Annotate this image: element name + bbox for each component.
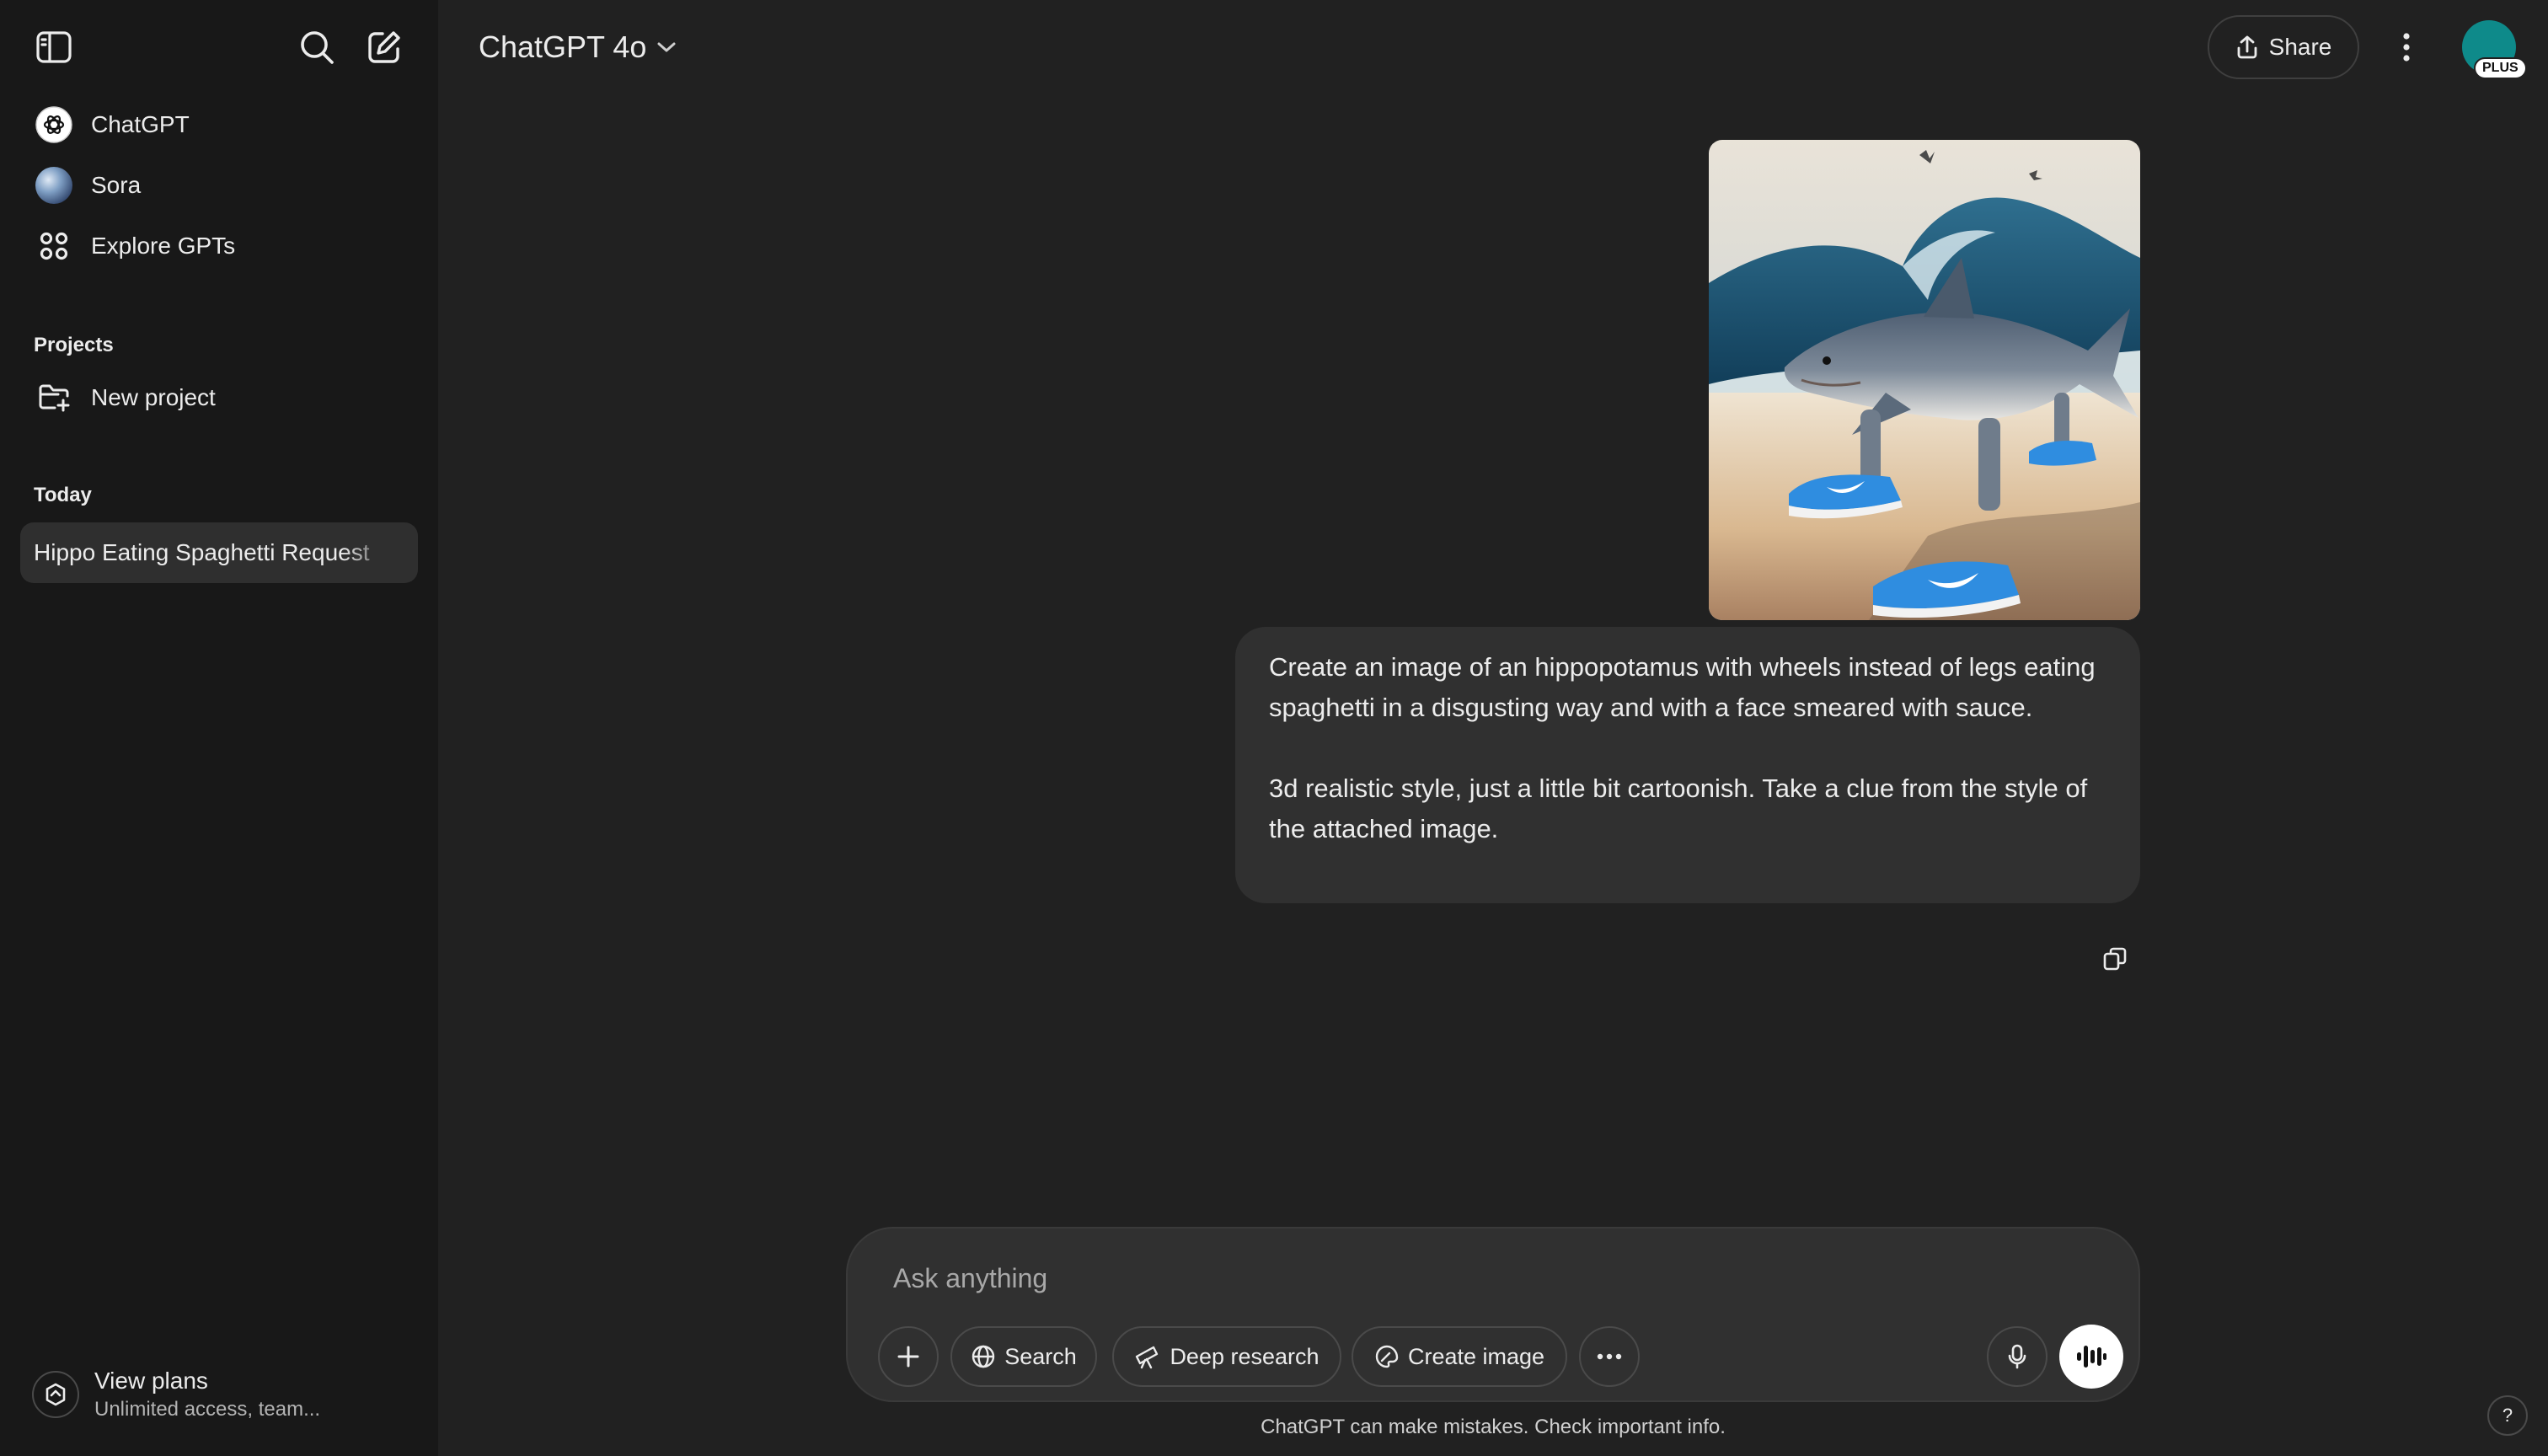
sidebar-item-label: Explore GPTs: [91, 233, 236, 259]
globe-icon: [972, 1345, 995, 1368]
chatgpt-app: ChatGPT Sora Explore GPTs Projects New p…: [0, 0, 2548, 1456]
sora-orb-icon: [34, 165, 74, 206]
projects-heading: Projects: [34, 334, 114, 356]
new-project-label: New project: [91, 384, 216, 410]
search-tool-button[interactable]: Search: [950, 1326, 1097, 1387]
palette-icon: [1375, 1345, 1399, 1368]
chevron-down-icon: [656, 40, 677, 54]
user-message-paragraph: Create an image of an hippopotamus with …: [1269, 652, 2096, 722]
model-switcher[interactable]: ChatGPT 4o: [468, 24, 687, 71]
telescope-icon: [1136, 1346, 1159, 1369]
sidebar: ChatGPT Sora Explore GPTs Projects New p…: [0, 0, 438, 1456]
new-chat-icon: [368, 31, 400, 63]
view-plans-button[interactable]: View plans Unlimited access, team...: [20, 1357, 418, 1432]
model-name: ChatGPT 4o: [479, 29, 647, 64]
sidebar-toggle-icon: [36, 31, 72, 63]
user-message-bubble: Create an image of an hippopotamus with …: [1235, 627, 2140, 903]
prompt-input[interactable]: [893, 1257, 2073, 1299]
view-plans-subtitle: Unlimited access, team...: [94, 1398, 321, 1421]
voice-waveform-icon: [2077, 1346, 2106, 1368]
sidebar-item-chatgpt[interactable]: ChatGPT: [20, 96, 418, 153]
sidebar-item-label: ChatGPT: [91, 111, 190, 137]
composer: Search Deep research Create image: [846, 1227, 2140, 1402]
create-image-label: Create image: [1407, 1343, 1545, 1369]
more-vertical-icon: [2403, 33, 2410, 62]
plus-icon: [897, 1346, 919, 1368]
search-icon: [301, 31, 334, 64]
new-chat-button[interactable]: [361, 24, 408, 71]
upgrade-icon: [32, 1371, 79, 1418]
more-horizontal-icon: [1597, 1353, 1622, 1360]
search-chats-button[interactable]: [293, 24, 340, 71]
copy-message-button[interactable]: [2095, 939, 2135, 979]
deep-research-button[interactable]: Deep research: [1112, 1326, 1341, 1387]
today-heading: Today: [34, 484, 92, 506]
deep-research-label: Deep research: [1170, 1343, 1320, 1369]
shark-in-sneakers-image: [1709, 140, 2140, 620]
dictate-button[interactable]: [1987, 1326, 2048, 1387]
create-image-button[interactable]: Create image: [1352, 1326, 1567, 1387]
grid-icon: [34, 226, 74, 266]
history-item-active[interactable]: Hippo Eating Spaghetti Request: [20, 522, 418, 583]
sidebar-item-label: Sora: [91, 172, 142, 198]
sidebar-item-sora[interactable]: Sora: [20, 157, 418, 214]
share-icon: [2237, 35, 2257, 59]
search-tool-label: Search: [1004, 1343, 1077, 1369]
sidebar-toggle-button[interactable]: [30, 24, 78, 71]
copy-icon: [2103, 947, 2127, 971]
new-project-button[interactable]: New project: [20, 369, 418, 426]
attached-image[interactable]: [1709, 140, 2140, 620]
user-message-paragraph: 3d realistic style, just a little bit ca…: [1269, 774, 2088, 843]
openai-logo-icon: [34, 104, 74, 145]
share-button[interactable]: Share: [2208, 15, 2359, 79]
disclaimer: ChatGPT can make mistakes. Check importa…: [1261, 1416, 1726, 1438]
help-button[interactable]: ?: [2487, 1395, 2528, 1436]
attach-button[interactable]: [878, 1326, 939, 1387]
view-plans-title: View plans: [94, 1368, 208, 1394]
plan-badge: PLUS: [2474, 57, 2527, 79]
more-tools-button[interactable]: [1579, 1326, 1640, 1387]
history-item-title: Hippo Eating Spaghetti Request: [34, 539, 370, 565]
more-options-button[interactable]: [2383, 24, 2430, 71]
voice-mode-button[interactable]: [2059, 1325, 2123, 1389]
share-label: Share: [2268, 34, 2332, 60]
sidebar-item-explore-gpts[interactable]: Explore GPTs: [20, 217, 418, 275]
microphone-icon: [2008, 1344, 2026, 1369]
folder-plus-icon: [34, 377, 74, 418]
